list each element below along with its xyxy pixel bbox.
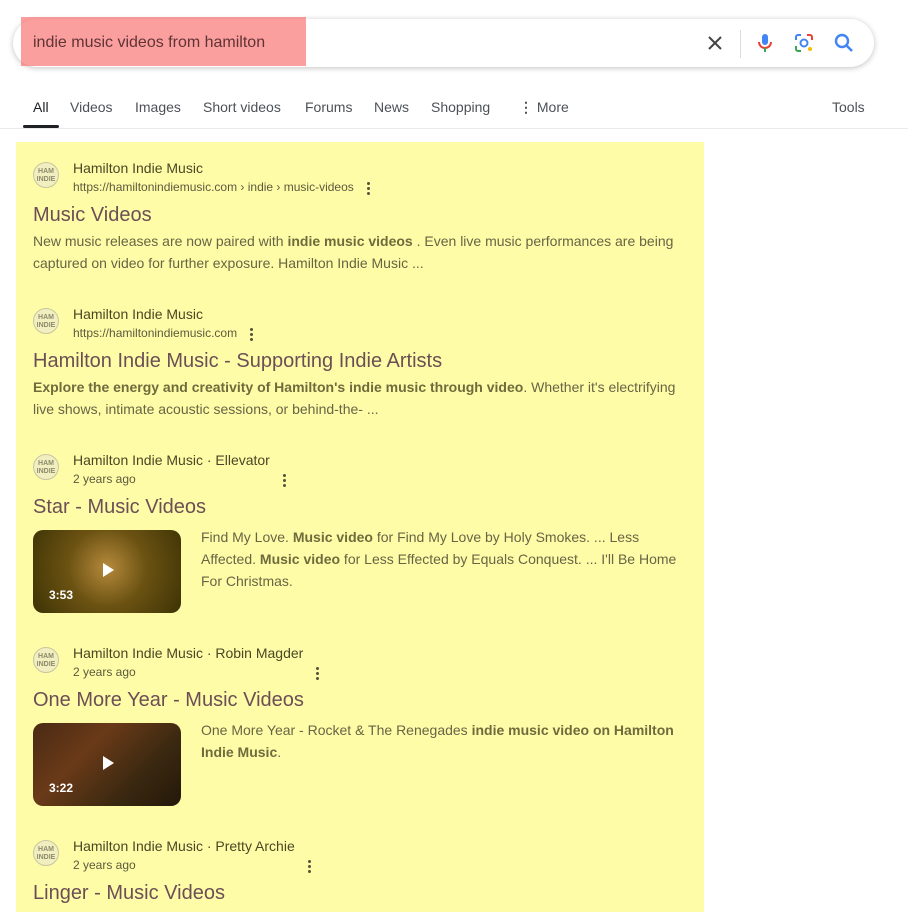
play-icon xyxy=(103,563,114,577)
video-result: HAM INDIE Hamilton Indie Music · Pretty … xyxy=(33,838,683,912)
result-age: 2 years ago xyxy=(73,858,136,872)
search-divider xyxy=(740,30,741,58)
video-duration: 3:53 xyxy=(49,588,74,602)
play-icon xyxy=(103,756,114,770)
result-url[interactable]: https://hamiltonindiemusic.com xyxy=(73,326,237,340)
result-age: 2 years ago xyxy=(73,665,136,679)
result-title[interactable]: One More Year - Music Videos xyxy=(33,689,304,712)
more-options-icon[interactable] xyxy=(250,328,254,342)
result-age: 2 years ago xyxy=(73,472,136,486)
tab-videos[interactable]: Videos xyxy=(70,99,113,115)
result-site-name[interactable]: Hamilton Indie Music xyxy=(73,306,203,322)
site-favicon: HAM INDIE xyxy=(33,840,59,866)
tab-images[interactable]: Images xyxy=(135,99,181,115)
result-title[interactable]: Linger - Music Videos xyxy=(33,882,225,905)
lens-camera-icon[interactable] xyxy=(792,31,816,55)
tools-button[interactable]: Tools xyxy=(832,99,865,115)
search-result: HAM INDIE Hamilton Indie Music https://h… xyxy=(33,160,683,280)
result-site-name[interactable]: Hamilton Indie Music · Pretty Archie xyxy=(73,838,295,854)
result-site-name[interactable]: Hamilton Indie Music · Ellevator xyxy=(73,452,270,468)
more-options-icon[interactable] xyxy=(367,182,371,196)
search-result: HAM INDIE Hamilton Indie Music https://h… xyxy=(33,306,683,426)
video-duration: 3:22 xyxy=(49,781,74,795)
result-snippet: Explore the energy and creativity of Ham… xyxy=(33,379,676,417)
tab-shopping[interactable]: Shopping xyxy=(431,99,490,115)
video-result: HAM INDIE Hamilton Indie Music · Ellevat… xyxy=(33,452,683,622)
more-options-icon[interactable] xyxy=(308,860,312,874)
result-snippet: Find My Love. Music video for Find My Lo… xyxy=(201,529,677,589)
site-favicon: HAM INDIE xyxy=(33,308,59,334)
search-icon[interactable] xyxy=(832,31,856,55)
result-title[interactable]: Hamilton Indie Music - Supporting Indie … xyxy=(33,350,442,373)
more-options-icon[interactable] xyxy=(283,474,287,488)
microphone-icon[interactable] xyxy=(753,31,777,55)
active-tab-indicator xyxy=(23,125,59,128)
tab-more[interactable]: ⋮ More xyxy=(519,99,569,116)
tab-more-label: More xyxy=(536,99,569,115)
tab-short-videos[interactable]: Short videos xyxy=(203,99,281,115)
close-icon[interactable] xyxy=(703,31,727,55)
video-result: HAM INDIE Hamilton Indie Music · Robin M… xyxy=(33,645,683,815)
search-input[interactable]: indie music videos from hamilton xyxy=(33,34,265,52)
tab-all[interactable]: All xyxy=(33,99,49,115)
site-favicon: HAM INDIE xyxy=(33,454,59,480)
result-site-name[interactable]: Hamilton Indie Music · Robin Magder xyxy=(73,645,303,661)
result-site-name[interactable]: Hamilton Indie Music xyxy=(73,160,203,176)
result-snippet: One More Year - Rocket & The Renegades i… xyxy=(201,722,674,760)
tab-news[interactable]: News xyxy=(374,99,409,115)
result-snippet: New music releases are now paired with i… xyxy=(33,233,674,271)
site-favicon: HAM INDIE xyxy=(33,162,59,188)
tab-forums[interactable]: Forums xyxy=(305,99,352,115)
more-options-icon[interactable] xyxy=(316,667,320,681)
video-thumbnail[interactable]: 3:22 xyxy=(33,723,181,806)
search-tabs: All Videos Images Short videos Forums Ne… xyxy=(0,90,908,129)
search-box[interactable]: indie music videos from hamilton xyxy=(13,17,874,67)
more-vert-icon: ⋮ xyxy=(519,99,533,115)
video-thumbnail[interactable]: 3:53 xyxy=(33,530,181,613)
result-title[interactable]: Star - Music Videos xyxy=(33,496,206,519)
result-title[interactable]: Music Videos xyxy=(33,204,152,227)
result-url[interactable]: https://hamiltonindiemusic.com › indie ›… xyxy=(73,180,354,194)
site-favicon: HAM INDIE xyxy=(33,647,59,673)
